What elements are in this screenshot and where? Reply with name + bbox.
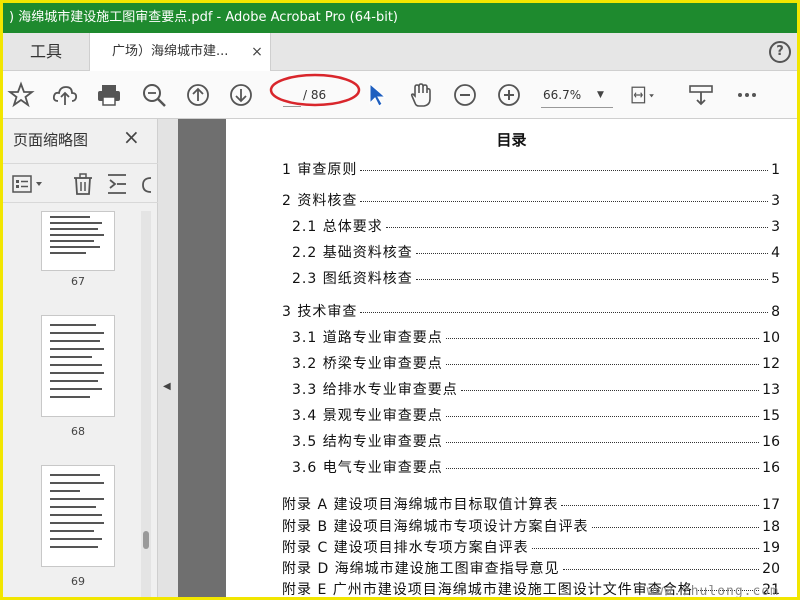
toc-entry[interactable]: 1 审查原则 1 bbox=[282, 159, 780, 179]
help-icon[interactable]: ? bbox=[769, 41, 791, 63]
document-view[interactable]: 目录 1 审查原则 1 2 资料核查 3 2.1 总体要求 3 2.2 基础资料核查 4… bbox=[178, 119, 797, 599]
zoom-out-icon[interactable] bbox=[451, 81, 479, 109]
zoom-underline bbox=[541, 107, 613, 108]
red-annotation-ellipse bbox=[269, 73, 361, 107]
toc-title: 目录 bbox=[496, 131, 527, 149]
collapse-arrow-icon: ◀ bbox=[163, 381, 171, 392]
panel-collapse-handle[interactable]: ◀ bbox=[158, 119, 178, 597]
toc-entry[interactable]: 2.1 总体要求 3 bbox=[292, 216, 780, 236]
watermark: www.zhulong.com bbox=[646, 584, 779, 599]
delete-page-icon[interactable] bbox=[71, 172, 95, 196]
toc-entry[interactable]: 附录 C 建设项目排水专项方案自评表 19 bbox=[282, 537, 780, 557]
thumbnail-page[interactable] bbox=[41, 315, 115, 417]
tab-document-label: 广场）海绵城市建... bbox=[112, 44, 229, 59]
scroll-mode-icon[interactable] bbox=[687, 81, 715, 109]
fit-page-icon[interactable] bbox=[629, 81, 665, 109]
zoom-in-icon[interactable] bbox=[495, 81, 523, 109]
page-up-icon[interactable] bbox=[184, 81, 212, 109]
window-title: ) 海绵城市建设施工图审查要点.pdf - Adobe Acrobat Pro … bbox=[9, 10, 398, 25]
zoom-level-select[interactable]: 66.7% bbox=[543, 83, 593, 107]
toc-entry[interactable]: 3 技术审查 8 bbox=[282, 301, 780, 321]
toc-entry[interactable]: 3.1 道路专业审查要点 10 bbox=[292, 327, 780, 347]
thumbnail-page-number: 68 bbox=[71, 425, 85, 438]
toc-entry[interactable]: 3.6 电气专业审查要点 16 bbox=[292, 457, 780, 477]
mouse-cursor-icon bbox=[369, 83, 387, 107]
page-down-icon[interactable] bbox=[227, 81, 255, 109]
thumbnail-panel: 页面缩略图 × 67 68 69 bbox=[3, 119, 158, 597]
toc-entry[interactable]: 3.2 桥梁专业审查要点 12 bbox=[292, 353, 780, 373]
toc-entry[interactable]: 2.3 图纸资料核查 5 bbox=[292, 268, 780, 288]
more-options-icon[interactable] bbox=[733, 81, 761, 109]
panel-close-icon[interactable]: × bbox=[123, 125, 140, 149]
thumbnail-page[interactable] bbox=[41, 211, 115, 271]
toc-entry[interactable]: 2.2 基础资料核查 4 bbox=[292, 242, 780, 262]
rotate-page-icon[interactable] bbox=[139, 172, 155, 196]
title-bar: ) 海绵城市建设施工图审查要点.pdf - Adobe Acrobat Pro … bbox=[3, 3, 797, 33]
zoom-search-icon[interactable] bbox=[140, 81, 168, 109]
toc-entry[interactable]: 3.3 给排水专业审查要点 13 bbox=[292, 379, 780, 399]
toc-entry[interactable]: 附录 D 海绵城市建设施工图审查指导意见 20 bbox=[282, 558, 780, 578]
thumbnail-page-number: 67 bbox=[71, 275, 85, 288]
chevron-down-icon[interactable]: ▼ bbox=[597, 83, 609, 107]
tab-tools[interactable]: 工具 bbox=[3, 33, 89, 71]
pdf-page: 目录 1 审查原则 1 2 资料核查 3 2.1 总体要求 3 2.2 基础资料核查 4… bbox=[226, 119, 797, 599]
toc-entry[interactable]: 附录 B 建设项目海绵城市专项设计方案自评表 18 bbox=[282, 516, 780, 536]
hand-tool-icon[interactable] bbox=[406, 81, 434, 109]
cloud-upload-icon[interactable] bbox=[51, 81, 79, 109]
thumbnail-page-number: 69 bbox=[71, 575, 85, 588]
print-icon[interactable] bbox=[95, 81, 123, 109]
toolbar: / 86 66.7% ▼ bbox=[3, 71, 797, 119]
tab-row: 工具 广场）海绵城市建... × ? bbox=[3, 33, 797, 71]
bookmark-star-icon[interactable] bbox=[7, 81, 35, 109]
toc-entry[interactable]: 2 资料核查 3 bbox=[282, 190, 780, 210]
thumbnail-toolbar bbox=[3, 163, 158, 203]
scrollbar-thumb[interactable] bbox=[143, 531, 149, 549]
toc-entry[interactable]: 3.4 景观专业审查要点 15 bbox=[292, 405, 780, 425]
thumbnail-scrollbar[interactable] bbox=[141, 211, 151, 597]
toc-entry[interactable]: 附录 A 建设项目海绵城市目标取值计算表 17 bbox=[282, 494, 780, 514]
thumbnail-panel-title: 页面缩略图 bbox=[13, 131, 89, 149]
insert-page-icon[interactable] bbox=[105, 172, 129, 196]
app-window: ) 海绵城市建设施工图审查要点.pdf - Adobe Acrobat Pro … bbox=[0, 0, 800, 600]
thumbnail-page[interactable] bbox=[41, 465, 115, 567]
tab-document[interactable]: 广场）海绵城市建... bbox=[89, 33, 271, 71]
tab-close-icon[interactable]: × bbox=[247, 33, 267, 71]
toc-entry[interactable]: 3.5 结构专业审查要点 16 bbox=[292, 431, 780, 451]
thumbnail-options-icon[interactable] bbox=[11, 172, 47, 196]
thumbnail-list: 67 68 69 bbox=[3, 211, 143, 597]
